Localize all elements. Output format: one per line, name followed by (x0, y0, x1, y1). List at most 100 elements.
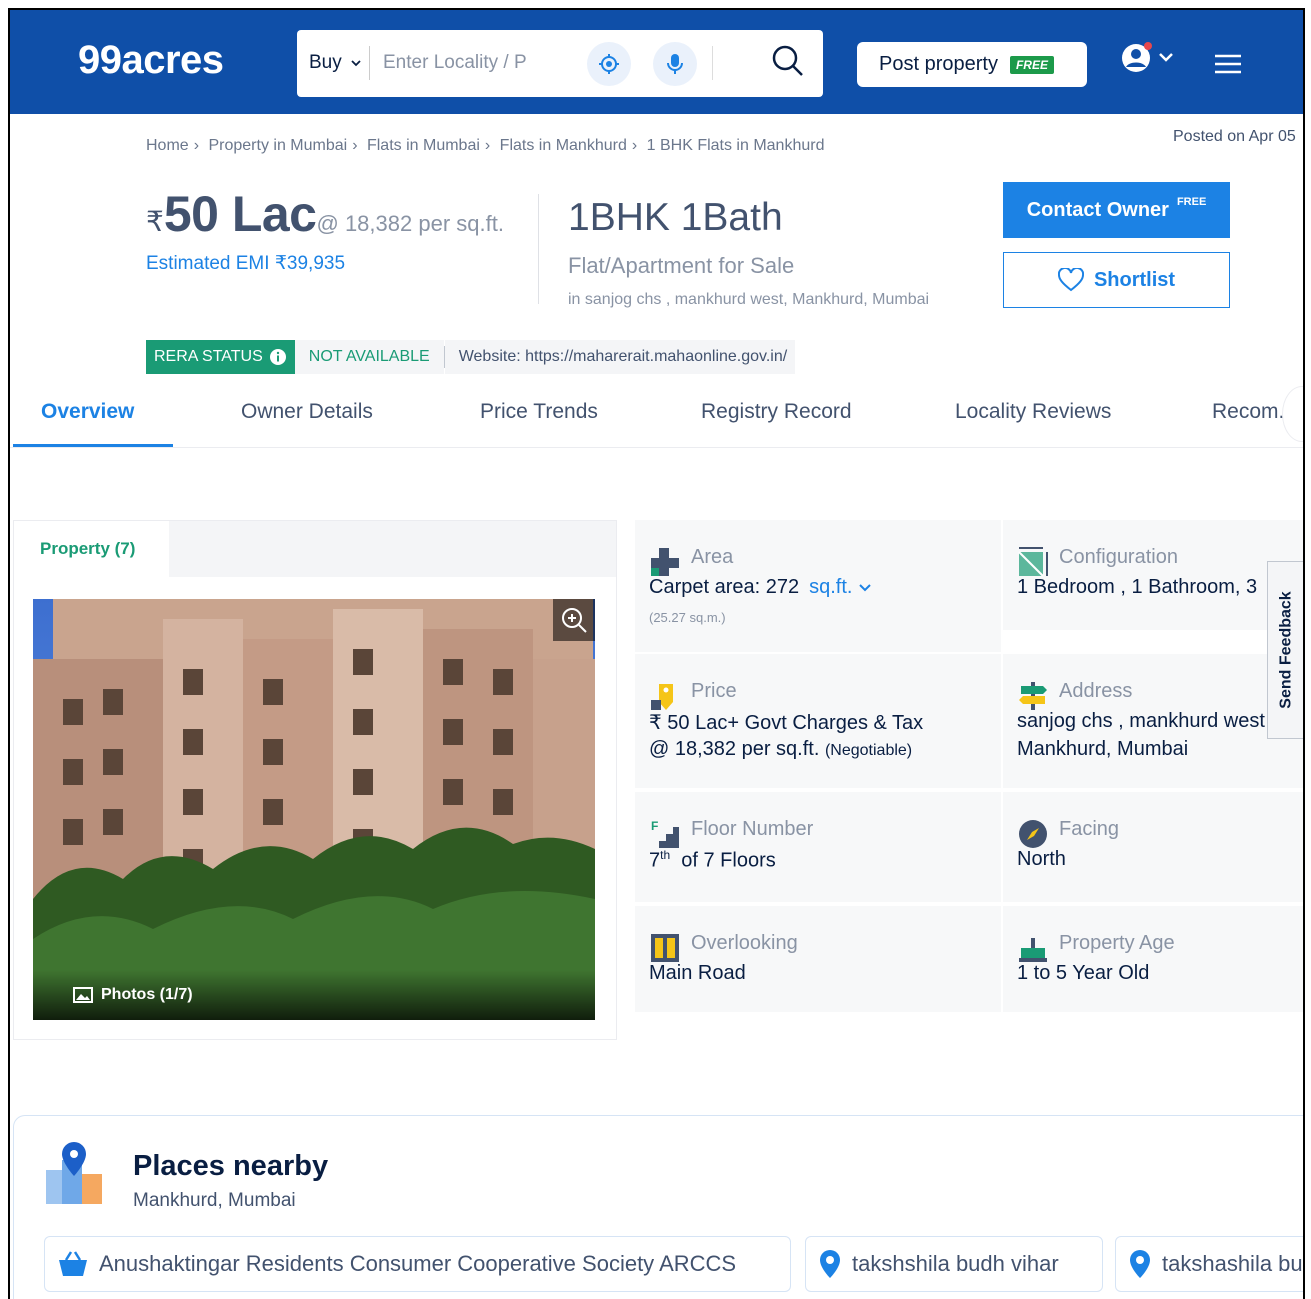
breadcrumb-item[interactable]: Flats in Mumbai (367, 137, 480, 154)
tab-registry-record[interactable]: Registry Record (701, 400, 852, 424)
price-value: 50 Lac (163, 186, 317, 242)
free-badge: FREE (1176, 196, 1207, 208)
detail-sub: (25.27 sq.m.) (649, 610, 726, 625)
place-chip[interactable]: takshshila budh vihar (805, 1236, 1103, 1292)
target-icon (599, 54, 619, 74)
rera-status-label: RERA STATUS (154, 348, 263, 365)
detail-value: 7th of 7 Floors (649, 848, 776, 872)
place-chip-label: takshashila bu (1162, 1251, 1303, 1276)
detail-floor: F Floor Number 7th of 7 Floors (635, 792, 1001, 902)
photo-counter[interactable]: Photos (1/7) (33, 970, 595, 1020)
currency-symbol: ₹ (146, 206, 164, 237)
user-menu[interactable] (1120, 42, 1180, 79)
place-chip[interactable]: takshashila bu (1115, 1236, 1303, 1292)
breadcrumb-item[interactable]: 1 BHK Flats in Mankhurd (647, 137, 825, 154)
detail-value: Main Road (649, 962, 746, 984)
post-property-label: Post property (879, 53, 998, 75)
breadcrumb-item[interactable]: Home (146, 137, 189, 154)
breadcrumb-item[interactable]: Flats in Mankhurd (500, 137, 627, 154)
buy-dropdown[interactable]: Buy (309, 52, 362, 74)
price-block: ₹50 Lac@ 18,382 per sq.ft. (146, 185, 504, 243)
breadcrumb-item[interactable]: Property in Mumbai (208, 137, 347, 154)
rera-strip: RERA STATUS NOT AVAILABLE Website: https… (146, 340, 796, 374)
post-property-button[interactable]: Post property FREE (857, 42, 1087, 87)
rera-website[interactable]: Website: https://maharerait.mahaonline.g… (444, 340, 796, 374)
detail-value: Carpet area: 272 sq.ft. (649, 576, 872, 599)
shortlist-button[interactable]: Shortlist (1003, 252, 1230, 308)
vertical-divider (538, 194, 539, 304)
breadcrumb: Home › Property in Mumbai › Flats in Mumba… (146, 137, 825, 154)
config-title: 1BHK 1Bath (568, 196, 783, 239)
signpost-icon (1019, 682, 1047, 710)
place-chip-label: takshshila budh vihar (852, 1251, 1059, 1276)
area-unit-dropdown[interactable]: sq.ft. (809, 576, 872, 598)
zoom-button[interactable] (553, 599, 595, 641)
places-nearby-section: Places nearby Mankhurd, Mumbai Anushakti… (13, 1115, 1303, 1299)
microphone-icon (667, 54, 683, 74)
compass-icon (1019, 820, 1047, 848)
tabs-scroll-right-button[interactable] (1282, 386, 1303, 442)
send-feedback-button[interactable]: Send Feedback (1267, 561, 1303, 739)
site-logo[interactable]: 99acres (78, 38, 224, 83)
detail-property-age: Property Age 1 to 5 Year Old (1003, 906, 1303, 1012)
chevron-down-icon (859, 584, 871, 592)
area-icon (651, 548, 679, 576)
detail-area: Area Carpet area: 272 sq.ft. (25.27 sq.m.… (635, 520, 1001, 652)
detail-value: 1 to 5 Year Old (1017, 962, 1150, 984)
negotiable-tag: (Negotiable) (824, 742, 913, 759)
detail-label: Price (691, 680, 737, 702)
image-icon (73, 987, 93, 1003)
detail-value: North (1017, 848, 1066, 870)
shopping-basket-icon (59, 1251, 87, 1276)
voice-search-button[interactable] (653, 42, 697, 86)
detail-value-line2: @ 18,382 per sq.ft. (Negotiable) (649, 738, 913, 760)
places-subtitle: Mankhurd, Mumbai (133, 1190, 296, 1211)
locate-me-button[interactable] (587, 42, 631, 86)
search-input[interactable] (383, 48, 553, 78)
detail-value: 1 Bedroom , 1 Bathroom, 3 (1017, 576, 1258, 598)
config-address: in sanjog chs , mankhurd west, Mankhurd,… (568, 291, 930, 308)
detail-value: sanjog chs , mankhurd west (1017, 710, 1265, 732)
shortlist-label: Shortlist (1093, 268, 1176, 291)
detail-price: Price ₹ 50 Lac+ Govt Charges & Tax @ 18,… (635, 654, 1001, 788)
contact-owner-label: Contact Owner (1026, 198, 1169, 221)
info-icon[interactable] (269, 348, 287, 366)
location-pin-icon (820, 1250, 840, 1278)
photo-count-label: Photos (1/7) (101, 986, 193, 1003)
contact-owner-button[interactable]: Contact Owner FREE (1003, 182, 1230, 238)
detail-value-line2: Mankhurd, Mumbai (1017, 738, 1189, 760)
search-bar: Buy (297, 30, 823, 97)
tab-property-photos[interactable]: Property (7) (14, 521, 169, 577)
heart-icon (1057, 268, 1084, 292)
free-badge: FREE (1009, 55, 1054, 74)
buy-label: Buy (309, 52, 342, 73)
detail-label: Configuration (1059, 546, 1178, 568)
search-icon[interactable] (771, 44, 805, 78)
tab-locality-reviews[interactable]: Locality Reviews (955, 400, 1111, 424)
tab-owner-details[interactable]: Owner Details (241, 400, 373, 424)
emi-link[interactable]: Estimated EMI ₹39,935 (146, 252, 345, 275)
detail-facing: Facing North (1003, 792, 1303, 902)
window-icon (651, 934, 679, 962)
buy-divider (369, 46, 370, 80)
place-chip[interactable]: Anushaktingar Residents Consumer Coopera… (44, 1236, 791, 1292)
photo-tabbar: Property (7) (14, 521, 616, 577)
tab-price-trends[interactable]: Price Trends (480, 400, 598, 424)
detail-label: Area (691, 546, 734, 568)
config-subtitle: Flat/Apartment for Sale (568, 253, 795, 278)
stairs-icon: F (651, 819, 679, 848)
detail-label: Overlooking (691, 932, 798, 954)
property-photo[interactable]: Photos (1/7) (33, 599, 595, 1020)
hamburger-menu[interactable] (1213, 54, 1243, 79)
tab-overview[interactable]: Overview (41, 400, 134, 424)
photo-panel: Property (7) Photos (1/7) (13, 520, 617, 1040)
hamburger-icon (1215, 54, 1241, 74)
active-tab-indicator (13, 444, 173, 447)
building-photo (33, 599, 595, 1020)
detail-label: Facing (1059, 818, 1120, 840)
detail-label: Address (1059, 680, 1133, 702)
site-header: 99acres Buy Post property FREE (10, 10, 1303, 114)
svg-text:F: F (651, 819, 658, 833)
detail-value: ₹ 50 Lac+ Govt Charges & Tax (649, 712, 924, 734)
places-title: Places nearby (133, 1150, 329, 1182)
